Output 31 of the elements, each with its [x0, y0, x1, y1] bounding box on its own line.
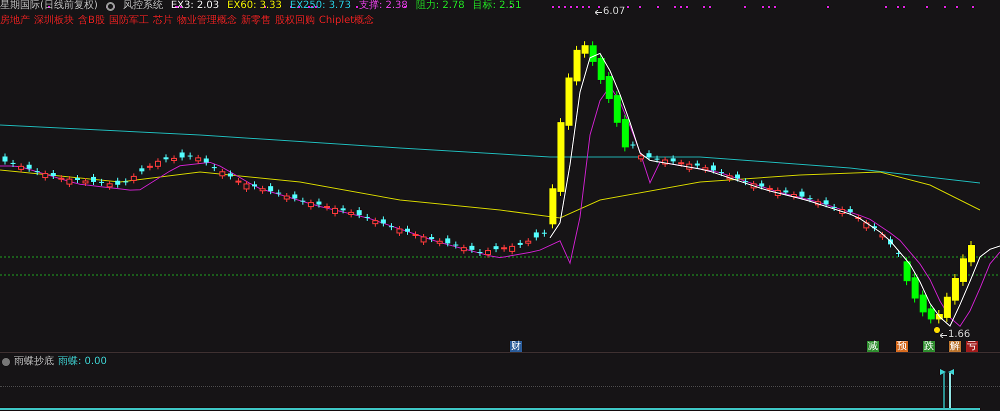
target-icon — [106, 2, 115, 10]
chart-title: 星期国际(日线前复权) — [0, 0, 98, 12]
concept-tag: Chiplet概念 — [318, 15, 374, 27]
concept-tag: 深圳板块 — [34, 15, 74, 27]
concept-tag: 物业管理概念 — [176, 15, 237, 27]
concept-tag: 新零售 — [240, 15, 271, 27]
event-marker: 财 — [510, 341, 522, 352]
buy-signal-dot — [934, 327, 940, 333]
indicator-value: 目标: 2.51 — [472, 0, 522, 12]
panel-title: 雨蝶抄底 — [14, 356, 54, 368]
indicator-value: EX60: 3.33 — [227, 0, 282, 12]
indicator-value: EX250: 3.73 — [290, 0, 351, 12]
event-marker: 亏 — [966, 341, 978, 352]
concept-tag: 房地产 — [0, 15, 30, 27]
concept-tag: 国防军工 — [108, 15, 149, 27]
event-marker: 解 — [949, 341, 961, 352]
event-marker: 跌 — [923, 341, 935, 352]
event-marker: 预 — [896, 341, 908, 352]
high-price-label: 6.07 — [603, 6, 626, 18]
panel-value: 雨蝶: 0.00 — [58, 356, 107, 368]
settings-icon[interactable] — [2, 358, 10, 366]
concept-tag: 股权回购 — [274, 15, 315, 27]
arrow-icon — [595, 10, 602, 15]
concept-tag: 含B股 — [78, 15, 105, 27]
indicator-value: EX3: 2.03 — [170, 0, 220, 12]
event-marker: 减 — [867, 341, 879, 352]
concept-tag: 芯片 — [152, 15, 173, 27]
low-price-label: 1.66 — [948, 329, 970, 340]
indicator-value: 阻力: 2.78 — [416, 0, 465, 12]
arrow-icon — [940, 333, 947, 338]
indicator-value: 支撑: 2.38 — [358, 0, 408, 12]
